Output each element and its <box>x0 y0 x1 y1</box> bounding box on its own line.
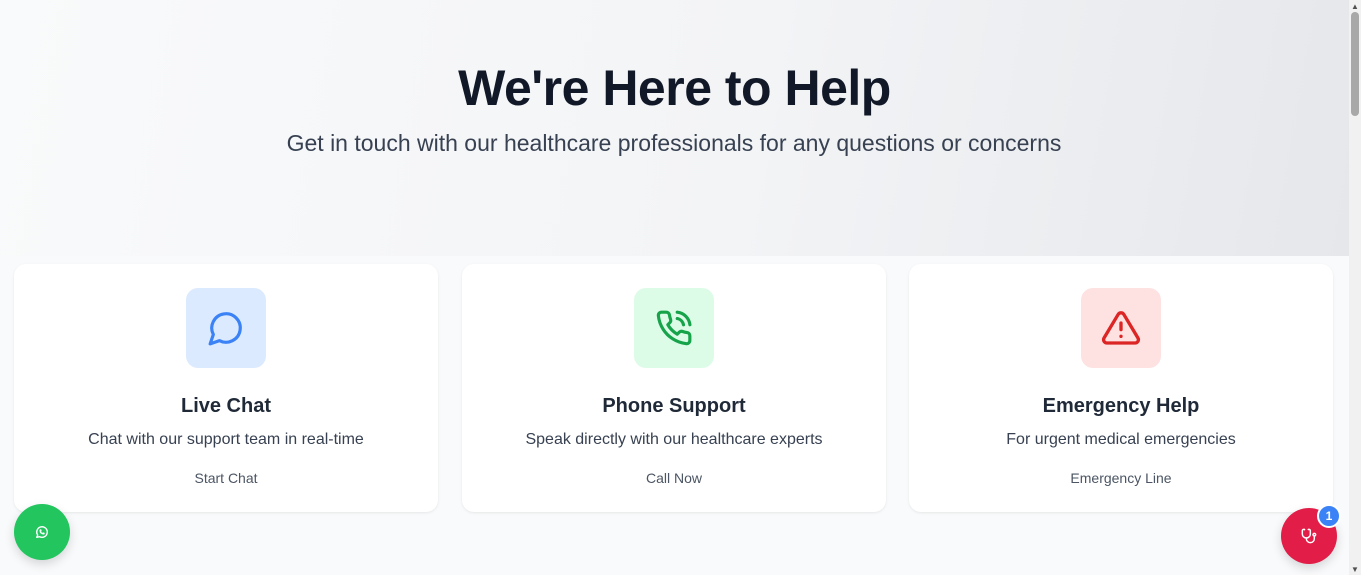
card-description: Chat with our support team in real-time <box>88 431 364 448</box>
emergency-help-card[interactable]: Emergency Help For urgent medical emerge… <box>909 264 1333 512</box>
chat-bubble-icon <box>186 288 266 368</box>
whatsapp-icon <box>36 526 48 538</box>
scroll-up-arrow-icon[interactable]: ▲ <box>1349 0 1361 12</box>
page-scrollbar[interactable]: ▲ ▼ <box>1349 0 1361 575</box>
card-description: Speak directly with our healthcare exper… <box>525 431 823 448</box>
stethoscope-icon <box>1301 528 1317 544</box>
phone-support-card[interactable]: Phone Support Speak directly with our he… <box>462 264 886 512</box>
support-options: Live Chat Chat with our support team in … <box>14 264 1334 512</box>
phone-call-icon <box>634 288 714 368</box>
scroll-down-arrow-icon[interactable]: ▼ <box>1349 563 1361 575</box>
card-title: Emergency Help <box>1042 395 1200 417</box>
notification-badge: 1 <box>1317 504 1341 528</box>
page-title: We're Here to Help <box>458 60 891 116</box>
card-title: Phone Support <box>602 395 746 417</box>
card-title: Live Chat <box>180 395 272 417</box>
emergency-line-link[interactable]: Emergency Line <box>909 470 1333 486</box>
hero-section: We're Here to Help Get in touch with our… <box>0 0 1349 256</box>
start-chat-link[interactable]: Start Chat <box>14 470 438 486</box>
call-now-link[interactable]: Call Now <box>462 470 886 486</box>
card-description: For urgent medical emergencies <box>1006 431 1236 448</box>
help-page: We're Here to Help Get in touch with our… <box>0 0 1349 575</box>
whatsapp-button[interactable] <box>14 504 70 560</box>
scrollbar-thumb[interactable] <box>1351 12 1359 116</box>
page-subtitle: Get in touch with our healthcare profess… <box>286 130 1062 156</box>
alert-triangle-icon <box>1081 288 1161 368</box>
live-chat-card[interactable]: Live Chat Chat with our support team in … <box>14 264 438 512</box>
